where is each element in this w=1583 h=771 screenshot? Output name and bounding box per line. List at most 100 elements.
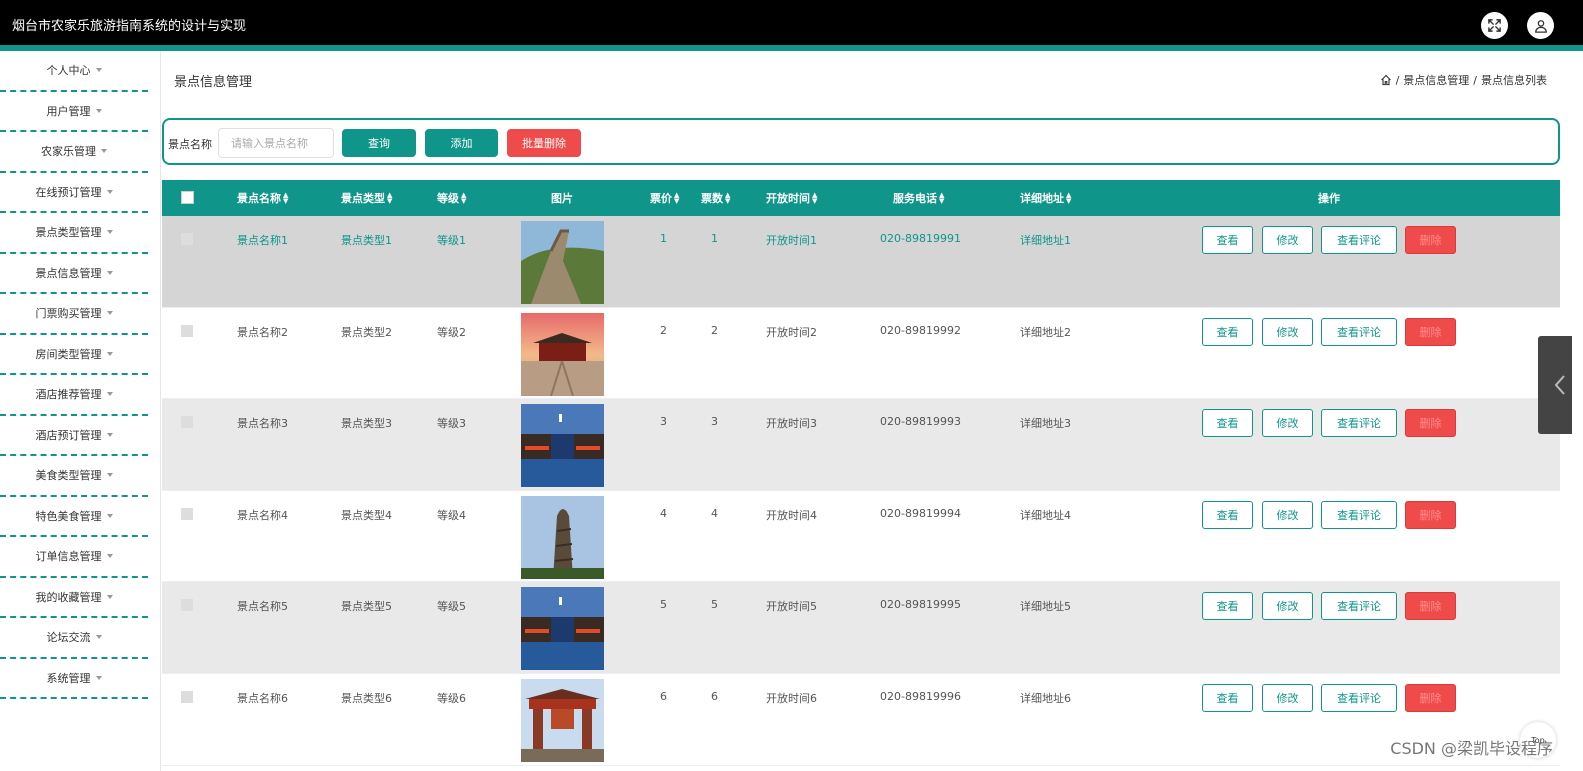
header-price[interactable]: 票价 ▲ ▼ (650, 180, 679, 216)
cell-open-time: 开放时间6 (766, 691, 817, 705)
table-row[interactable]: 景点名称6 景点类型6 等级6 6 6 开放时间6 020-89819996 详细地址6 查看修… (162, 674, 1560, 766)
edit-button[interactable]: 修改 (1262, 683, 1313, 712)
sidebar-item[interactable]: 景点类型管理 (0, 213, 148, 254)
sidebar-item-label: 酒店预订管理 (35, 428, 102, 442)
row-checkbox[interactable] (181, 507, 193, 520)
sidebar-item[interactable]: 系统管理 (0, 659, 148, 699)
data-table: 景点名称 ▲ ▼ 景点类型 ▲ ▼ 等级 ▲ ▼ 图片 票价 ▲ ▼ 票数 ▲ ▼ 开放时间 ▲ ▼ 服… (162, 180, 1560, 766)
sidebar-item[interactable]: 景点信息管理 (0, 254, 148, 294)
watermark: CSDN @梁凯毕设程序 (1390, 739, 1553, 758)
sort-icon: ▲ ▼ (1066, 191, 1072, 205)
delete-button[interactable]: 删除 (1405, 592, 1456, 621)
cell-count: 2 (711, 323, 718, 337)
sidebar-item[interactable]: 酒店预订管理 (0, 416, 148, 456)
home-icon[interactable] (1380, 74, 1392, 86)
fullscreen-button[interactable] (1481, 12, 1508, 39)
sidebar-item[interactable]: 酒店推荐管理 (0, 375, 148, 416)
row-checkbox[interactable] (181, 324, 193, 337)
delete-button[interactable]: 删除 (1405, 317, 1456, 346)
caret-down-icon (106, 270, 113, 275)
breadcrumb-level1[interactable]: 景点信息管理 (1403, 72, 1469, 88)
view-comments-button[interactable]: 查看评论 (1321, 409, 1397, 438)
caret-down-icon (106, 351, 113, 356)
edit-button[interactable]: 修改 (1262, 500, 1313, 529)
sidebar-item[interactable]: 订单信息管理 (0, 537, 148, 578)
edit-button[interactable]: 修改 (1262, 409, 1313, 438)
edit-button[interactable]: 修改 (1262, 592, 1313, 621)
delete-button[interactable]: 删除 (1405, 500, 1456, 529)
header-image: 图片 (551, 192, 573, 205)
great-wall-photo (521, 221, 604, 304)
sidebar-item[interactable]: 农家乐管理 (0, 132, 148, 173)
view-button[interactable]: 查看 (1202, 409, 1253, 438)
sidebar-item[interactable]: 房间类型管理 (0, 335, 148, 375)
main-content: 景点信息管理 / 景点信息管理 / 景点信息列表 景点名称 查询 添加 批量删除… (161, 51, 1583, 771)
query-button[interactable]: 查询 (342, 129, 416, 157)
row-checkbox[interactable] (181, 233, 193, 245)
cell-level: 等级5 (437, 600, 466, 614)
view-button[interactable]: 查看 (1202, 317, 1253, 346)
sidebar-item[interactable]: 我的收藏管理 (0, 578, 148, 618)
edit-button[interactable]: 修改 (1262, 226, 1313, 254)
sidebar-item-label: 用户管理 (46, 104, 91, 118)
header-level[interactable]: 等级 ▲ ▼ (437, 180, 466, 216)
view-button[interactable]: 查看 (1202, 226, 1253, 254)
cell-open-time: 开放时间2 (766, 325, 817, 339)
search-input[interactable] (218, 128, 334, 158)
edit-button[interactable]: 修改 (1262, 317, 1313, 346)
collapse-panel-tab[interactable] (1538, 336, 1572, 434)
sidebar-item-label: 农家乐管理 (41, 145, 96, 159)
row-checkbox[interactable] (181, 599, 193, 612)
sidebar-item[interactable]: 在线预订管理 (0, 173, 148, 213)
caret-down-icon (101, 149, 107, 154)
chevron-left-icon (1554, 375, 1565, 395)
cell-price: 2 (660, 323, 667, 337)
view-comments-button[interactable]: 查看评论 (1321, 317, 1397, 346)
user-avatar-button[interactable] (1527, 12, 1554, 39)
header-type[interactable]: 景点类型 ▲ ▼ (341, 180, 392, 216)
delete-button[interactable]: 删除 (1405, 683, 1456, 712)
sort-icon: ▲ ▼ (812, 191, 818, 205)
table-row[interactable]: 景点名称1 景点类型1 等级1 1 1 开放时间1 020-89819991 详细地址1 查看修… (162, 216, 1560, 308)
cell-address: 详细地址4 (1020, 508, 1071, 522)
view-button[interactable]: 查看 (1202, 500, 1253, 529)
view-button[interactable]: 查看 (1202, 592, 1253, 621)
sidebar-item[interactable]: 美食类型管理 (0, 456, 148, 497)
view-comments-button[interactable]: 查看评论 (1321, 226, 1397, 254)
sort-icon: ▲ ▼ (939, 191, 945, 205)
header-name[interactable]: 景点名称 ▲ ▼ (237, 180, 288, 216)
header-phone[interactable]: 服务电话 ▲ ▼ (893, 180, 944, 216)
cell-address: 详细地址6 (1020, 691, 1071, 705)
sidebar-item[interactable]: 特色美食管理 (0, 497, 148, 537)
cell-type: 景点类型5 (341, 600, 392, 614)
breadcrumb-separator: / (1395, 73, 1400, 87)
sidebar-item[interactable]: 门票购买管理 (0, 294, 148, 335)
sort-icon: ▲ ▼ (674, 191, 680, 205)
delete-button[interactable]: 删除 (1405, 409, 1456, 438)
cell-name: 景点名称1 (237, 234, 288, 247)
sidebar-item[interactable]: 个人中心 (0, 51, 148, 92)
view-comments-button[interactable]: 查看评论 (1321, 500, 1397, 529)
cell-count: 6 (711, 689, 718, 703)
sidebar-item-label: 门票购买管理 (35, 307, 102, 321)
add-button[interactable]: 添加 (425, 129, 498, 157)
sidebar-item[interactable]: 用户管理 (0, 92, 148, 132)
table-row[interactable]: 景点名称5 景点类型5 等级5 5 5 开放时间5 020-89819995 详细地址5 查看修… (162, 582, 1560, 674)
batch-delete-button[interactable]: 批量删除 (507, 129, 581, 157)
cell-open-time: 开放时间4 (766, 508, 817, 522)
header-count[interactable]: 票数 ▲ ▼ (701, 180, 730, 216)
sidebar-item[interactable]: 论坛交流 (0, 618, 148, 659)
table-row[interactable]: 景点名称4 景点类型4 等级4 4 4 开放时间4 020-89819994 详细地址4 查看修… (162, 491, 1560, 583)
delete-button[interactable]: 删除 (1405, 226, 1456, 254)
sidebar-item-label: 特色美食管理 (35, 509, 102, 523)
row-checkbox[interactable] (181, 690, 193, 703)
view-comments-button[interactable]: 查看评论 (1321, 592, 1397, 621)
row-checkbox[interactable] (181, 416, 193, 429)
select-all-checkbox[interactable] (181, 191, 194, 204)
table-row[interactable]: 景点名称3 景点类型3 等级3 3 3 开放时间3 020-89819993 详细地址3 查看修… (162, 399, 1560, 491)
table-row[interactable]: 景点名称2 景点类型2 等级2 2 2 开放时间2 020-89819992 详细地址2 查看修… (162, 308, 1560, 400)
view-comments-button[interactable]: 查看评论 (1321, 683, 1397, 712)
header-address[interactable]: 详细地址 ▲ ▼ (1020, 180, 1071, 216)
view-button[interactable]: 查看 (1202, 683, 1253, 712)
header-open-time[interactable]: 开放时间 ▲ ▼ (766, 180, 817, 216)
